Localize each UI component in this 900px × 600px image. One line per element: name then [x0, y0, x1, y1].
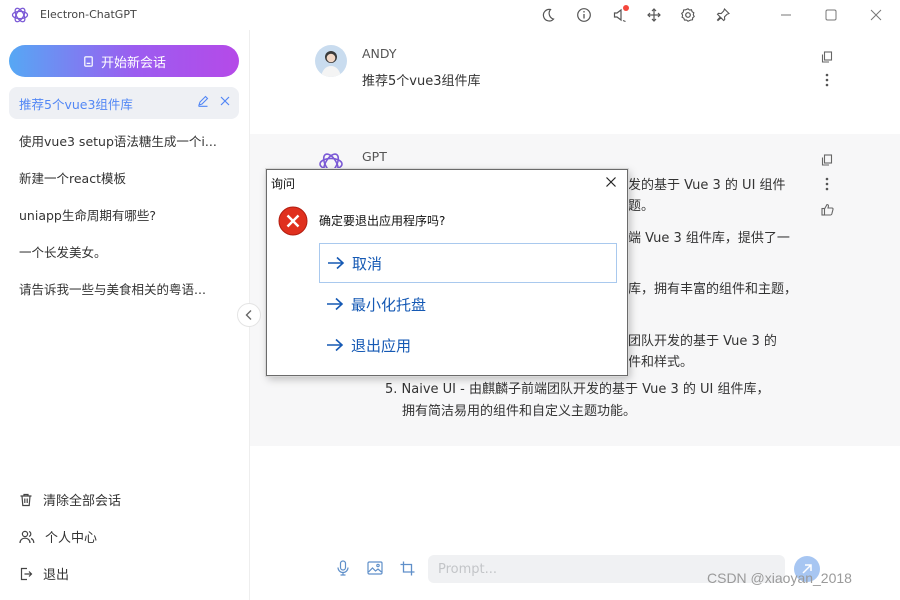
- collapse-sidebar-button[interactable]: [237, 303, 261, 327]
- reply-text: 库，拥有丰富的组件和主题，: [628, 282, 798, 297]
- delete-icon[interactable]: [219, 95, 231, 107]
- reply-text: 件和样式。: [628, 355, 694, 370]
- minimize-to-tray-button[interactable]: 最小化托盘: [319, 284, 617, 324]
- reply-text: 题。: [628, 199, 655, 214]
- quit-app-button[interactable]: 退出应用: [319, 325, 617, 365]
- user-avatar: [315, 45, 347, 77]
- notification-dot: [623, 5, 629, 11]
- info-icon[interactable]: [574, 5, 594, 25]
- pin-icon[interactable]: [713, 5, 733, 25]
- arrow-right-icon: [327, 297, 344, 311]
- conversation-label: 新建一个react模板: [19, 170, 126, 186]
- list-item: 5. Naive UI - 由麒麟子前端团队开发的基于 Vue 3 的 UI 组…: [385, 382, 770, 397]
- users-icon: [19, 530, 35, 543]
- new-chat-button[interactable]: 开始新会话: [9, 45, 239, 77]
- image-icon[interactable]: [366, 559, 384, 577]
- crop-icon[interactable]: [398, 559, 416, 577]
- minimize-icon[interactable]: [776, 5, 796, 25]
- list-item: 拥有简洁易用的组件和自定义主题功能。: [402, 404, 637, 419]
- settings-icon[interactable]: [678, 5, 698, 25]
- dialog-close-icon[interactable]: [603, 174, 619, 190]
- reply-text: 团队开发的基于 Vue 3 的: [628, 334, 777, 349]
- title-bar: Electron-ChatGPT: [0, 0, 900, 30]
- clear-all-button[interactable]: 清除全部会话: [18, 490, 121, 509]
- minimize-to-tray-label: 最小化托盘: [351, 295, 427, 314]
- dialog-message: 确定要退出应用程序吗?: [319, 214, 446, 228]
- conversation-item[interactable]: 请告诉我一些与美食相关的粤语...: [9, 272, 239, 304]
- conversation-item[interactable]: 新建一个react模板: [9, 161, 239, 193]
- copy-icon[interactable]: [819, 152, 835, 168]
- cancel-button[interactable]: 取消: [319, 243, 617, 283]
- conversation-label: 推荐5个vue3组件库: [19, 96, 133, 112]
- arrow-right-icon: [327, 338, 344, 352]
- conversation-label: 一个长发美女。: [19, 244, 107, 260]
- user-message-text: 推荐5个vue3组件库: [362, 74, 481, 89]
- arrow-right-icon: [328, 256, 345, 270]
- conversation-label: 使用vue3 setup语法糖生成一个i...: [19, 133, 217, 149]
- new-chat-icon: [84, 55, 93, 67]
- move-icon[interactable]: [644, 5, 664, 25]
- edit-icon[interactable]: [197, 95, 209, 107]
- logout-icon: [20, 567, 33, 580]
- trash-icon: [20, 493, 32, 506]
- reply-text: 端 Vue 3 组件库，提供了一: [628, 231, 790, 246]
- app-logo-icon: [11, 7, 29, 23]
- confirm-dialog: 询问 确定要退出应用程序吗? 取消 最小化托盘 退出应用: [266, 169, 628, 376]
- notification-icon[interactable]: [610, 5, 630, 25]
- clear-all-label: 清除全部会话: [43, 494, 122, 509]
- conversation-label: uniapp生命周期有哪些?: [19, 207, 156, 223]
- copy-icon[interactable]: [819, 49, 835, 65]
- cancel-label: 取消: [352, 254, 383, 273]
- chevron-left-icon: [245, 310, 252, 320]
- dialog-title: 询问: [271, 177, 296, 191]
- conversation-item[interactable]: uniapp生命周期有哪些?: [9, 198, 239, 230]
- app-title: Electron-ChatGPT: [40, 8, 137, 21]
- user-name: ANDY: [362, 46, 397, 61]
- profile-label: 个人中心: [45, 531, 98, 546]
- maximize-icon[interactable]: [821, 5, 841, 25]
- close-icon[interactable]: [866, 5, 886, 25]
- more-icon[interactable]: [819, 72, 835, 88]
- moon-icon[interactable]: [538, 5, 558, 25]
- thumbs-up-icon[interactable]: [819, 201, 835, 217]
- logout-button[interactable]: 退出: [18, 564, 69, 583]
- watermark: CSDN @xiaoyan_2018: [707, 570, 852, 586]
- new-chat-label: 开始新会话: [100, 55, 166, 71]
- conversation-item[interactable]: 一个长发美女。: [9, 235, 239, 267]
- assistant-name: GPT: [362, 149, 387, 164]
- more-icon[interactable]: [819, 176, 835, 192]
- conversation-item[interactable]: 使用vue3 setup语法糖生成一个i...: [9, 124, 239, 156]
- sidebar: 开始新会话 推荐5个vue3组件库 使用vue3 setup语法糖生成一个i..…: [0, 30, 250, 600]
- conversation-label: 请告诉我一些与美食相关的粤语...: [19, 281, 206, 297]
- profile-button[interactable]: 个人中心: [18, 527, 97, 546]
- logout-label: 退出: [43, 568, 70, 583]
- conversation-item[interactable]: 推荐5个vue3组件库: [9, 87, 239, 119]
- microphone-icon[interactable]: [334, 559, 352, 577]
- reply-text: 发的基于 Vue 3 的 UI 组件: [628, 178, 786, 193]
- error-icon: [278, 206, 308, 236]
- quit-app-label: 退出应用: [351, 336, 412, 355]
